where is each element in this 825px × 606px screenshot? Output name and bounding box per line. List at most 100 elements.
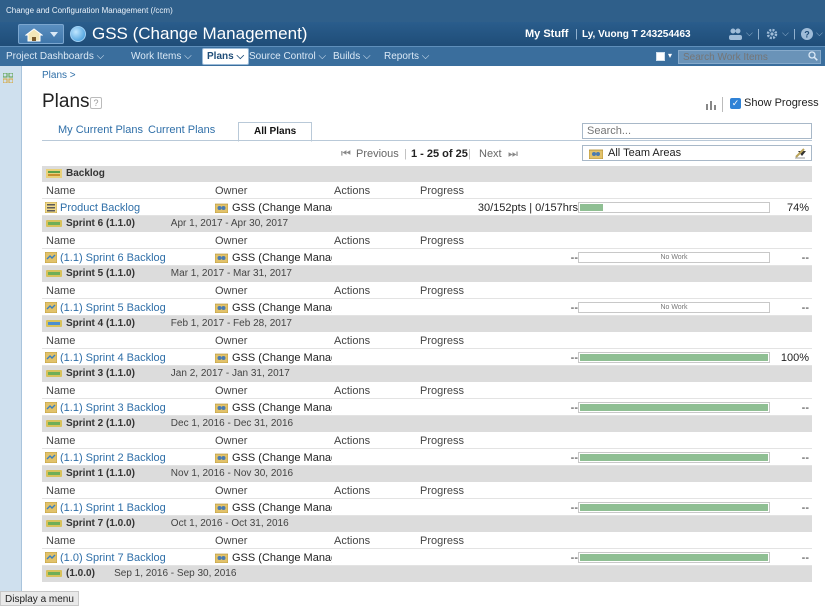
- nav-plans[interactable]: Plans ⌵: [202, 48, 250, 65]
- show-progress-checkbox[interactable]: ✓: [730, 98, 741, 109]
- sprint-plan-icon: [45, 402, 57, 413]
- nav-source-control[interactable]: Source Control ⌵: [249, 51, 326, 62]
- users-icon[interactable]: [728, 27, 742, 41]
- backlog-plan-icon: [45, 202, 57, 213]
- nav-builds[interactable]: Builds ⌵: [333, 51, 371, 62]
- plan-link[interactable]: (1.1) Sprint 1 Backlog: [60, 502, 166, 514]
- section-header[interactable]: Sprint 7 (1.0.0) Oct 1, 2016 - Oct 31, 20…: [42, 516, 812, 532]
- section-name: Sprint 2 (1.1.0): [66, 418, 135, 429]
- section-name: (1.0.0): [66, 568, 95, 579]
- col-owner: Owner: [215, 435, 248, 447]
- col-progress: Progress: [420, 285, 465, 297]
- home-menu-button[interactable]: [18, 24, 64, 44]
- bar-chart-icon[interactable]: [705, 99, 717, 110]
- section-header[interactable]: Sprint 2 (1.1.0) Dec 1, 2016 - Dec 31, 20…: [42, 416, 812, 432]
- col-name: Name: [46, 235, 76, 247]
- plan-owner[interactable]: GSS (Change Manag: [232, 352, 332, 364]
- table-row: (1.1) Sprint 1 Backlog GSS (Change Manag -…: [42, 499, 812, 516]
- col-progress: Progress: [420, 385, 465, 397]
- nav-work-items[interactable]: Work Items ⌵: [131, 51, 192, 62]
- progress-bar: [578, 202, 770, 213]
- plan-link[interactable]: (1.1) Sprint 5 Backlog: [60, 302, 166, 314]
- previous-page-link[interactable]: Previous: [356, 148, 399, 160]
- plan-link[interactable]: (1.0) Sprint 7 Backlog: [60, 552, 166, 564]
- col-actions: Actions: [334, 235, 371, 247]
- plan-owner[interactable]: GSS (Change Manag: [232, 252, 332, 264]
- section-header[interactable]: Sprint 6 (1.1.0) Apr 1, 2017 - Apr 30, 20…: [42, 216, 812, 232]
- grid-toggle-icon[interactable]: [3, 73, 13, 83]
- sprint-plan-icon: [45, 302, 57, 313]
- iteration-icon: [46, 470, 62, 477]
- first-page-icon[interactable]: ⏮: [341, 148, 351, 161]
- tab-all-plans[interactable]: All Plans: [238, 122, 313, 142]
- progress-percent: --: [801, 402, 809, 414]
- plan-link[interactable]: Product Backlog: [60, 202, 140, 214]
- column-header-row: Name Owner Actions Progress: [42, 432, 812, 449]
- col-actions: Actions: [334, 535, 371, 547]
- section-dates: Sep 1, 2016 - Sep 30, 2016: [114, 568, 237, 579]
- team-area-select[interactable]: All Team Areas: [582, 145, 812, 161]
- plan-owner[interactable]: GSS (Change Manag: [232, 552, 332, 564]
- table-row: (1.1) Sprint 4 Backlog GSS (Change Manag -…: [42, 349, 812, 366]
- column-header-row: Name Owner Actions Progress: [42, 282, 812, 299]
- col-owner: Owner: [215, 335, 248, 347]
- plan-owner[interactable]: GSS (Change Manag: [232, 302, 332, 314]
- project-title[interactable]: GSS (Change Management): [92, 24, 307, 44]
- team-owner-icon: [215, 303, 228, 313]
- plan-owner[interactable]: GSS (Change Manag: [232, 452, 332, 464]
- svg-text:?: ?: [804, 30, 810, 40]
- col-name: Name: [46, 335, 76, 347]
- team-area-value: All Team Areas: [608, 147, 682, 159]
- col-actions: Actions: [334, 485, 371, 497]
- section-header[interactable]: Backlog: [42, 166, 812, 182]
- iteration-icon: [46, 570, 62, 577]
- help-circle-icon[interactable]: ?: [800, 27, 814, 41]
- chevron-down-icon: [50, 32, 58, 37]
- my-stuff-link[interactable]: My Stuff: [525, 28, 568, 40]
- gear-icon[interactable]: [765, 27, 779, 41]
- section-header[interactable]: Sprint 1 (1.1.0) Nov 1, 2016 - Nov 30, 20…: [42, 466, 812, 482]
- search-plans-input[interactable]: [582, 123, 812, 139]
- nav-project-dashboards[interactable]: Project Dashboards ⌵: [6, 51, 104, 62]
- breadcrumb[interactable]: Plans >: [42, 70, 76, 81]
- plan-owner[interactable]: GSS (Change Manag: [232, 502, 332, 514]
- search-scope-icon[interactable]: [656, 52, 665, 61]
- section-header[interactable]: Sprint 3 (1.1.0) Jan 2, 2017 - Jan 31, 20…: [42, 366, 812, 382]
- header-separator: |: [793, 28, 796, 40]
- team-owner-icon: [215, 553, 228, 563]
- plan-link[interactable]: (1.1) Sprint 4 Backlog: [60, 352, 166, 364]
- col-name: Name: [46, 485, 76, 497]
- sprint-plan-icon: [45, 352, 57, 363]
- search-work-items-input[interactable]: [678, 50, 821, 64]
- chevron-down-icon[interactable]: ⌵: [746, 28, 753, 39]
- plan-link[interactable]: (1.1) Sprint 6 Backlog: [60, 252, 166, 264]
- section-header[interactable]: Sprint 5 (1.1.0) Mar 1, 2017 - Mar 31, 20…: [42, 266, 812, 282]
- col-name: Name: [46, 435, 76, 447]
- progress-text: --: [570, 352, 578, 364]
- search-icon[interactable]: [808, 51, 818, 61]
- edit-pencil-icon[interactable]: [794, 147, 806, 159]
- chevron-down-icon[interactable]: ⌵: [782, 28, 789, 39]
- section-header[interactable]: Sprint 4 (1.1.0) Feb 1, 2017 - Feb 28, 20…: [42, 316, 812, 332]
- plan-link[interactable]: (1.1) Sprint 3 Backlog: [60, 402, 166, 414]
- col-owner: Owner: [215, 485, 248, 497]
- tab-my-current-plans[interactable]: My Current Plans: [58, 124, 143, 136]
- last-page-icon[interactable]: ⏭: [508, 148, 518, 161]
- next-page-link[interactable]: Next: [479, 148, 502, 160]
- user-menu[interactable]: Ly, Vuong T 243254463: [582, 29, 691, 40]
- help-icon[interactable]: ?: [90, 97, 102, 109]
- plan-link[interactable]: (1.1) Sprint 2 Backlog: [60, 452, 166, 464]
- progress-fill: [580, 354, 768, 361]
- app-header: GSS (Change Management) My Stuff | Ly, V…: [0, 22, 825, 46]
- show-progress-label[interactable]: Show Progress: [744, 97, 819, 109]
- progress-bar: [578, 352, 770, 363]
- chevron-down-icon[interactable]: ▾: [668, 51, 672, 60]
- nav-reports[interactable]: Reports ⌵: [384, 51, 429, 62]
- chevron-down-icon[interactable]: ⌵: [816, 28, 823, 39]
- tab-current-plans[interactable]: Current Plans: [148, 124, 215, 136]
- team-owner-icon: [215, 503, 228, 513]
- plan-owner[interactable]: GSS (Change Manag: [232, 402, 332, 414]
- progress-percent: --: [801, 452, 809, 464]
- plan-owner[interactable]: GSS (Change Manag: [232, 202, 332, 214]
- section-header[interactable]: (1.0.0) Sep 1, 2016 - Sep 30, 2016: [42, 566, 812, 582]
